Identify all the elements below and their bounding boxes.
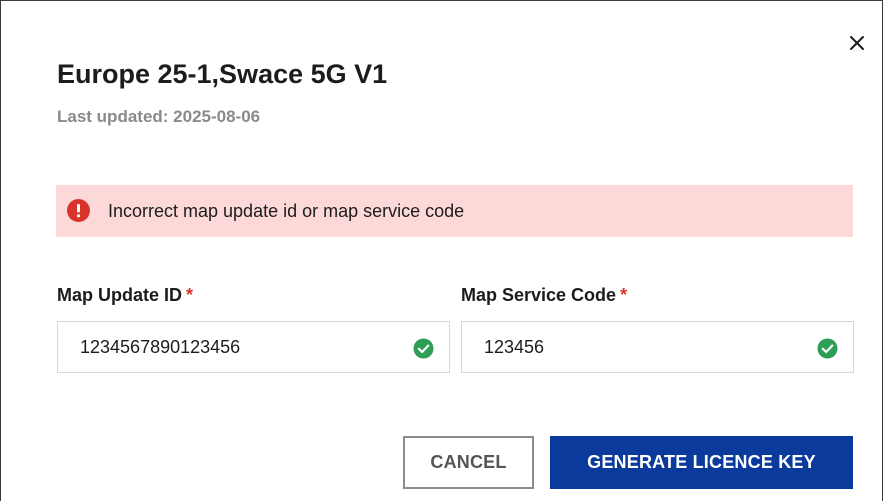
map-service-code-label: Map Service Code * (461, 285, 627, 306)
map-service-code-value: 123456 (484, 337, 545, 357)
map-update-id-value: 1234567890123456 (80, 337, 241, 357)
last-updated-text: Last updated: 2025-08-06 (57, 107, 261, 126)
check-circle-icon (413, 338, 434, 359)
alert-message: Incorrect map update id or map service c… (108, 201, 465, 221)
generate-licence-key-button[interactable]: GENERATE LICENCE KEY (550, 436, 853, 489)
field-label-text: Map Service Code (461, 285, 617, 305)
error-icon (67, 199, 90, 222)
close-icon[interactable] (846, 32, 868, 54)
check-circle-icon (817, 338, 838, 359)
dialog-title: Europe 25-1,Swace 5G V1 (57, 59, 388, 89)
map-update-id-input[interactable]: 1234567890123456 (57, 321, 450, 373)
map-update-id-label: Map Update ID * (57, 285, 193, 306)
required-marker: * (620, 285, 628, 305)
cancel-button[interactable]: CANCEL (403, 436, 534, 489)
map-service-code-input[interactable]: 123456 (461, 321, 854, 373)
field-label-text: Map Update ID (57, 285, 183, 305)
licence-dialog: Europe 25-1,Swace 5G V1 Last updated: 20… (0, 0, 883, 501)
error-alert: Incorrect map update id or map service c… (56, 185, 853, 237)
required-marker: * (186, 285, 194, 305)
